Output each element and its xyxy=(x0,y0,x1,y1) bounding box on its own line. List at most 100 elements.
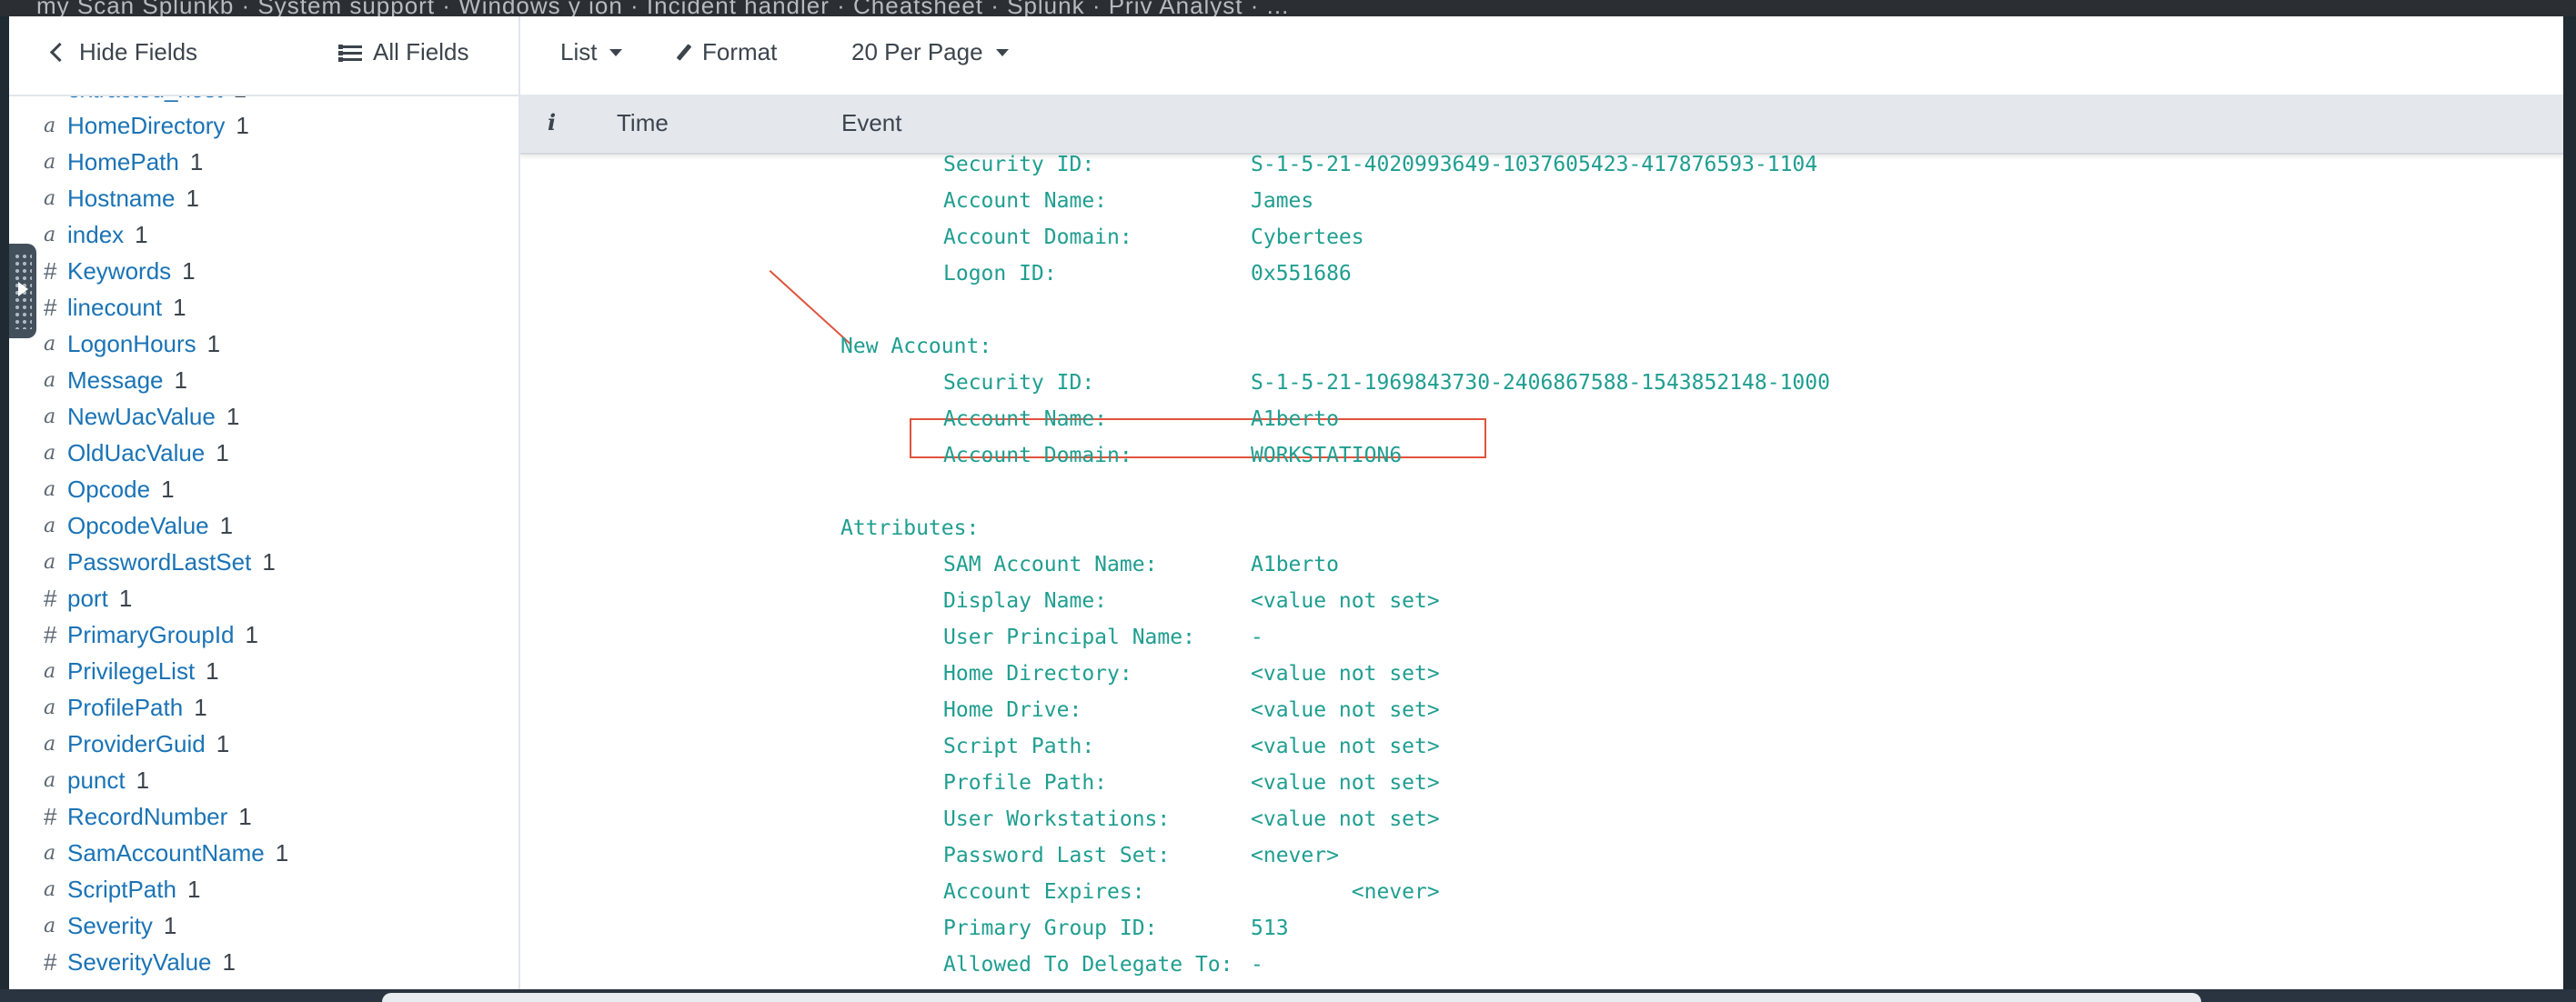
field-item[interactable]: a Hostname 1 xyxy=(44,182,199,215)
info-icon[interactable]: i xyxy=(548,109,556,135)
results-toolbar: List Format 20 Per Page xyxy=(520,16,2563,95)
event-field-label: New Account: xyxy=(840,335,992,358)
string-type-icon: a xyxy=(44,768,56,792)
field-name[interactable]: Keywords xyxy=(67,257,171,286)
field-item[interactable]: # port 1 xyxy=(44,582,132,615)
field-name[interactable]: HomeDirectory xyxy=(67,112,225,140)
numeric-type-icon: # xyxy=(44,293,57,321)
field-name[interactable]: HomePath xyxy=(67,148,179,176)
hide-fields-label: Hide Fields xyxy=(79,38,198,65)
field-item[interactable]: # Keywords 1 xyxy=(44,255,196,287)
field-item[interactable]: # RecordNumber 1 xyxy=(44,800,252,833)
chevron-left-icon xyxy=(49,42,70,63)
field-name[interactable]: linecount xyxy=(67,294,162,322)
field-item[interactable]: a Message 1 xyxy=(44,364,187,396)
field-item[interactable]: a ProviderGuid 1 xyxy=(44,727,229,760)
field-name[interactable]: Message xyxy=(67,366,164,395)
field-name[interactable]: SamAccountName xyxy=(67,839,265,867)
all-fields-label: All Fields xyxy=(373,38,469,65)
field-item[interactable]: a SamAccountName 1 xyxy=(44,837,288,869)
field-item[interactable]: a HomeDirectory 1 xyxy=(44,109,249,142)
field-name[interactable]: Hostname xyxy=(67,185,176,213)
list-view-dropdown[interactable]: List xyxy=(560,38,623,66)
event-field-value: <never> xyxy=(1251,880,1440,904)
string-type-icon: a xyxy=(44,368,56,392)
field-name[interactable]: port xyxy=(67,585,108,613)
column-header-time[interactable]: Time xyxy=(617,109,669,137)
field-count: 1 xyxy=(238,802,252,830)
field-name[interactable]: PrimaryGroupId xyxy=(67,621,235,649)
field-item[interactable]: a Severity 1 xyxy=(44,909,176,942)
field-count: 1 xyxy=(206,329,221,357)
field-item[interactable]: a PrivilegeList 1 xyxy=(44,655,219,687)
splunk-search-window: Hide Fields All Fields aextracted_host1a… xyxy=(9,16,2563,989)
event-field-label: Password Last Set: xyxy=(943,844,1171,867)
taskbar-glass xyxy=(382,993,2201,1002)
field-name[interactable]: RecordNumber xyxy=(67,803,227,831)
caret-down-icon xyxy=(609,48,623,56)
field-item[interactable]: a LogonHours 1 xyxy=(44,327,220,360)
hide-fields-button[interactable]: Hide Fields xyxy=(49,38,198,66)
field-name[interactable]: OldUacValue xyxy=(67,439,205,467)
all-fields-button[interactable]: All Fields xyxy=(338,38,468,66)
field-item[interactable]: a ScriptPath 1 xyxy=(44,873,200,906)
event-field-label: Account Domain: xyxy=(943,225,1132,249)
per-page-dropdown[interactable]: 20 Per Page xyxy=(851,38,1009,66)
field-name[interactable]: ScriptPath xyxy=(67,876,176,904)
event-field-label: Script Path: xyxy=(943,735,1095,758)
event-field-value: A1berto xyxy=(1251,553,1339,576)
field-name[interactable]: PrivilegeList xyxy=(67,657,195,686)
field-item[interactable]: a HomePath 1 xyxy=(44,145,203,178)
annotation-arrow xyxy=(769,270,852,346)
field-item[interactable]: a index 1 xyxy=(44,218,148,251)
string-type-icon: a xyxy=(44,332,56,356)
event-field-label: User Principal Name: xyxy=(943,626,1195,649)
event-field-value: <value not set> xyxy=(1251,662,1440,686)
event-field-value: <value not set> xyxy=(1251,589,1440,613)
string-type-icon: a xyxy=(44,696,56,719)
field-count: 1 xyxy=(173,293,186,321)
field-item[interactable]: a Opcode 1 xyxy=(44,473,175,506)
event-field-value: WORKSTATION6 xyxy=(1251,444,1403,467)
event-field-value: 513 xyxy=(1251,917,1289,940)
field-name[interactable]: SeverityValue xyxy=(67,948,212,977)
event-field-value: <never> xyxy=(1251,844,1339,867)
sidebar-toggle-handle[interactable] xyxy=(9,244,36,338)
event-field-value: S-1-5-21-4020993649-1037605423-417876593… xyxy=(1251,153,1818,176)
field-name[interactable]: index xyxy=(67,221,124,249)
format-button[interactable]: Format xyxy=(675,38,777,66)
fields-sidebar: Hide Fields All Fields aextracted_host1a… xyxy=(9,16,520,989)
field-item[interactable]: a NewUacValue 1 xyxy=(44,400,239,433)
field-item[interactable]: a OldUacValue 1 xyxy=(44,436,229,469)
string-type-icon: a xyxy=(44,150,56,174)
string-type-icon: a xyxy=(44,477,56,501)
field-name[interactable]: Severity xyxy=(67,912,153,940)
field-item[interactable]: a ProfilePath 1 xyxy=(44,691,207,724)
field-name[interactable]: OpcodeValue xyxy=(67,512,209,540)
numeric-type-icon: # xyxy=(44,584,57,612)
field-item[interactable]: a PasswordLastSet 1 xyxy=(44,546,276,578)
string-type-icon: a xyxy=(44,223,56,246)
field-name[interactable]: LogonHours xyxy=(67,330,196,358)
bookmarks-text: my Scan Splunkb · System support · Windo… xyxy=(36,0,1290,16)
sidebar-header: Hide Fields All Fields xyxy=(9,16,518,96)
field-item[interactable]: a punct 1 xyxy=(44,764,149,797)
field-count: 1 xyxy=(216,729,230,757)
event-field-value: <value not set> xyxy=(1251,807,1440,831)
field-name[interactable]: punct xyxy=(67,767,126,795)
field-name[interactable]: NewUacValue xyxy=(67,403,216,431)
field-count: 1 xyxy=(216,438,229,466)
field-name[interactable]: ProviderGuid xyxy=(67,730,206,758)
event-field-value: James xyxy=(1251,189,1314,213)
field-name[interactable]: Opcode xyxy=(67,476,150,504)
field-item[interactable]: # PrimaryGroupId 1 xyxy=(44,618,258,651)
field-name[interactable]: ProfilePath xyxy=(67,694,183,722)
field-name[interactable]: PasswordLastSet xyxy=(67,548,251,576)
field-item[interactable]: a OpcodeValue 1 xyxy=(44,509,233,542)
column-header-event[interactable]: Event xyxy=(841,109,902,137)
list-icon xyxy=(338,44,362,62)
field-count: 1 xyxy=(161,475,175,503)
event-field-value: S-1-5-21-1969843730-2406867588-154385214… xyxy=(1251,371,1830,395)
field-item[interactable]: # linecount 1 xyxy=(44,291,186,324)
field-item[interactable]: # SeverityValue 1 xyxy=(44,946,236,978)
